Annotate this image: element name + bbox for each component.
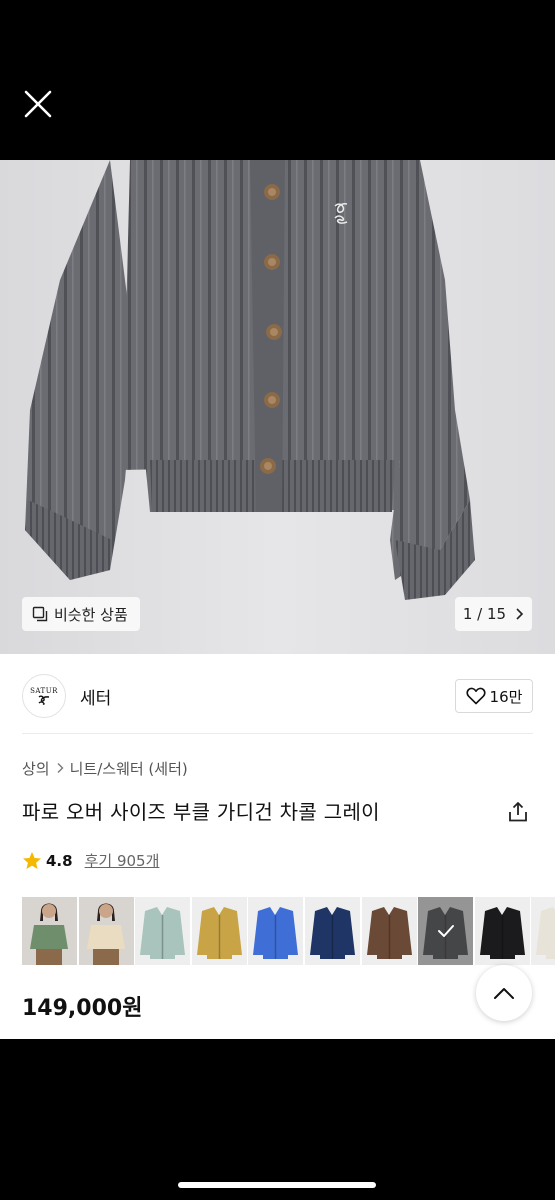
color-swatch-green[interactable] [22,897,77,965]
chevron-right-icon [516,608,524,620]
breadcrumb: 상의 니트/스웨터 (세터) [22,758,188,779]
like-button[interactable]: 16만 [455,679,533,713]
product-photo [25,160,475,600]
similar-items-icon [32,606,48,622]
scroll-to-top-button[interactable] [476,965,532,1021]
chevron-right-icon [56,760,64,778]
color-swatch-ivory[interactable] [531,897,555,965]
color-swatch-cream[interactable] [78,897,134,965]
color-swatches [22,897,555,965]
heart-icon [465,687,486,705]
close-icon [24,90,52,118]
product-price: 149,000원 [22,996,143,1021]
breadcrumb-item-category[interactable]: 상의 [22,758,50,779]
top-bar [0,0,555,160]
rating-row: 4.8 후기 905개 [22,850,159,871]
color-swatch-navy[interactable] [304,897,360,965]
divider [22,733,533,734]
chevron-up-icon [494,988,514,999]
product-image-viewer[interactable]: 비슷한 상품 1 / 15 [0,160,555,654]
product-title: 파로 오버 사이즈 부클 가디건 차콜 그레이 [22,800,380,824]
color-swatch-mustard[interactable] [191,897,247,965]
similar-items-label: 비슷한 상품 [54,605,128,624]
shop-name[interactable]: 세터 [80,684,111,709]
like-count: 16만 [489,687,523,706]
color-swatch-black[interactable] [474,897,530,965]
color-swatch-mint[interactable] [135,897,191,965]
image-pager[interactable]: 1 / 15 [455,597,532,631]
reviews-link[interactable]: 후기 905개 [85,850,160,871]
shop-logo-mark [38,695,50,705]
shop-logo-text: SATUR [30,687,58,695]
star-icon [23,851,41,869]
shop-row[interactable]: SATUR 세터 16만 [22,672,533,720]
color-swatch-charcoal[interactable] [418,897,474,965]
shop-logo[interactable]: SATUR [22,674,66,718]
page-indicator: 1 / 15 [462,605,507,623]
home-indicator [178,1182,376,1188]
color-swatch-blue[interactable] [248,897,304,965]
rating-score: 4.8 [46,851,73,870]
share-icon [509,802,527,822]
similar-items-button[interactable]: 비슷한 상품 [22,597,140,631]
product-info-panel: SATUR 세터 16만 상의 니트/스웨터 (세터) 파로 오버 사이즈 부클… [0,654,555,1039]
close-button[interactable] [22,88,54,120]
selected-check-icon [418,897,474,965]
breadcrumb-item-subcategory[interactable]: 니트/스웨터 (세터) [70,758,188,779]
color-swatch-brown[interactable] [361,897,417,965]
share-button[interactable] [506,800,530,824]
